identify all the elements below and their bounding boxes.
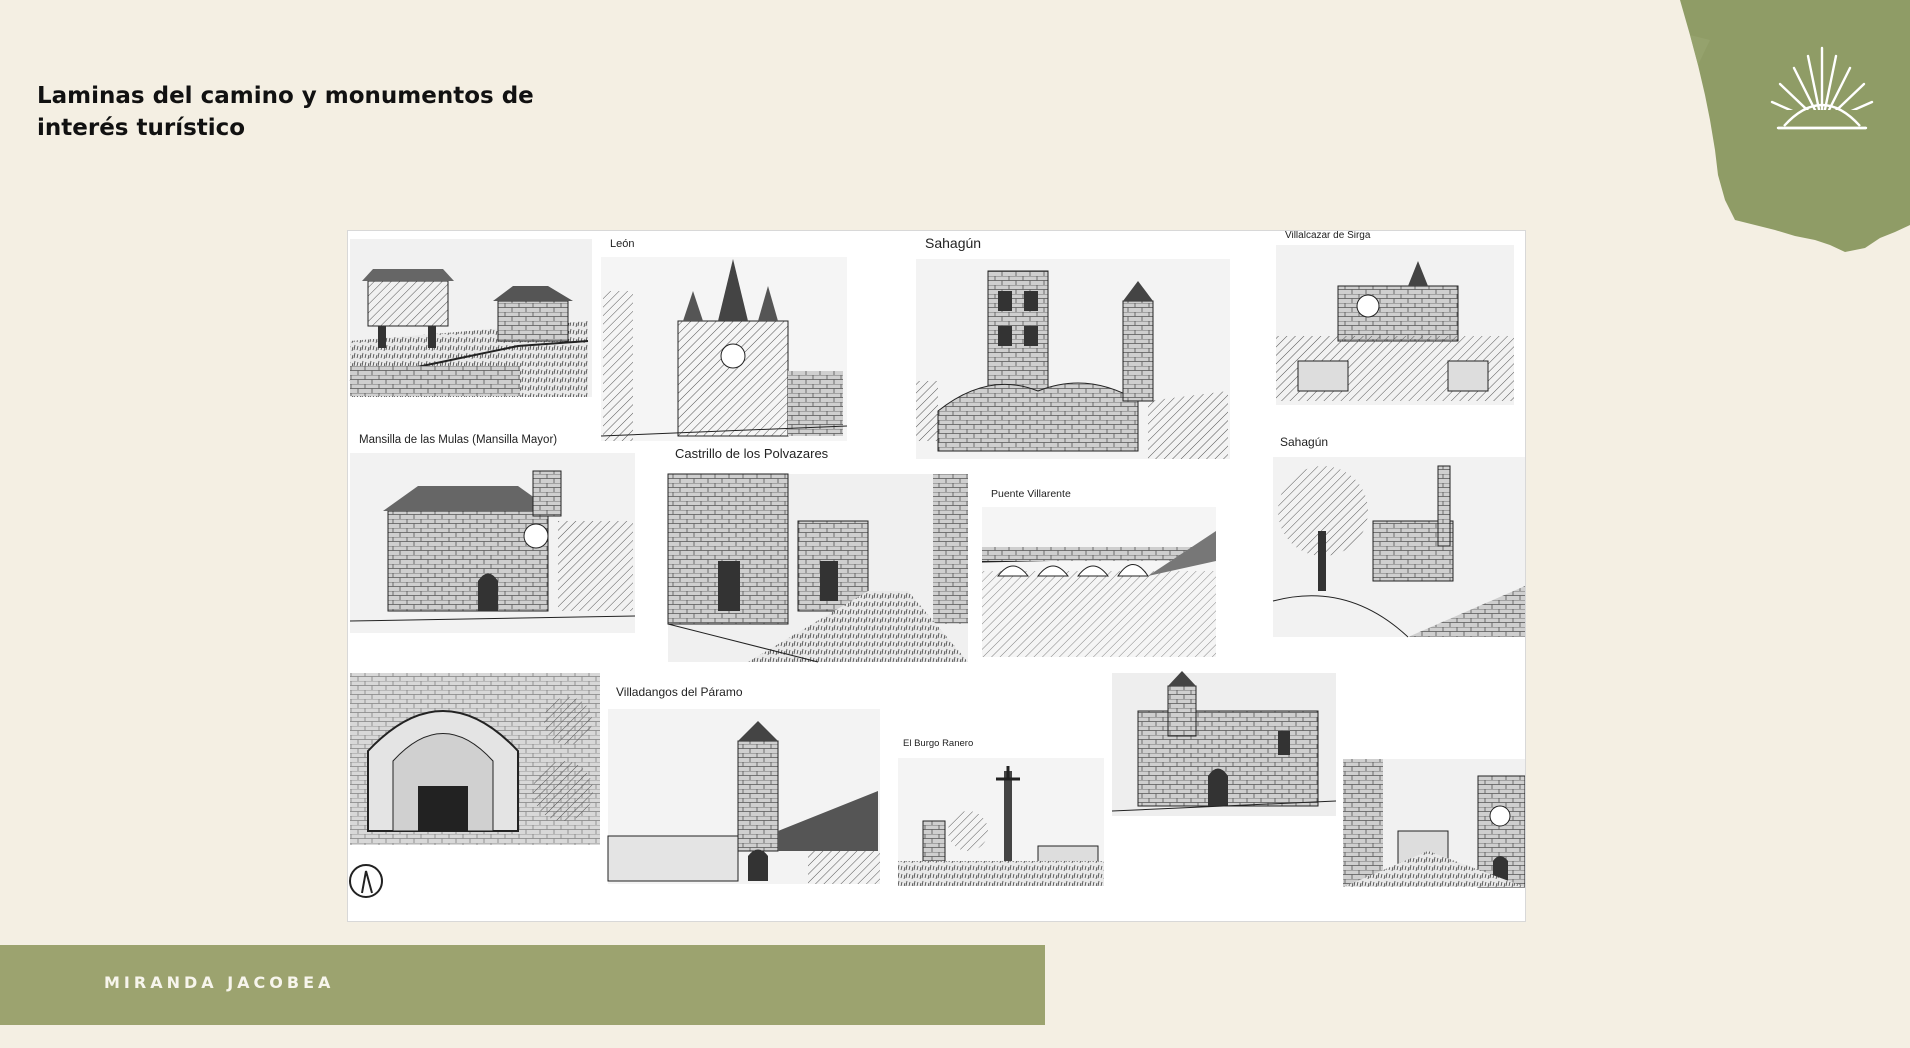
sketch-romanesque-portal — [350, 673, 600, 845]
label-burgo: El Burgo Ranero — [903, 738, 973, 749]
sketch-collage: León Sahagún Villalcazar de Sirga Mansil… — [347, 230, 1526, 922]
sketch-puente-villarente — [981, 507, 1217, 657]
pilgrim-stamp-icon — [349, 864, 383, 898]
label-castrillo: Castrillo de los Polvazares — [675, 446, 829, 461]
label-villadangos: Villadangos del Páramo — [616, 685, 743, 699]
sunrise-logo-icon — [1770, 46, 1874, 130]
slide-title: Laminas del camino y monumentos de inter… — [37, 83, 534, 141]
sketch-sahagun-ruins — [1272, 457, 1525, 638]
label-sahagun-top: Sahagún — [925, 235, 981, 251]
footer-band: MIRANDA JACOBEA — [0, 945, 1045, 1025]
sketch-sahagun-church — [916, 259, 1230, 459]
label-mansilla: Mansilla de las Mulas (Mansilla Mayor) — [359, 434, 557, 446]
label-puente: Puente Villarente — [991, 488, 1071, 500]
sketch-castrillo — [667, 473, 968, 663]
sketch-villadangos — [607, 709, 880, 884]
footer-brand: MIRANDA JACOBEA — [104, 973, 335, 992]
sketch-mansilla — [349, 453, 636, 633]
label-leon: León — [610, 238, 634, 250]
sketch-horreo — [349, 239, 592, 397]
label-sahagun-right: Sahagún — [1280, 435, 1328, 449]
sketch-leon-cathedral — [600, 257, 848, 441]
sketch-burgo-ranero — [898, 758, 1104, 886]
sketch-village-street — [1343, 759, 1525, 888]
label-villalcazar: Villalcazar de Sirga — [1285, 231, 1371, 241]
sketch-monastery — [1111, 671, 1337, 816]
sketch-villalcazar — [1276, 245, 1514, 405]
